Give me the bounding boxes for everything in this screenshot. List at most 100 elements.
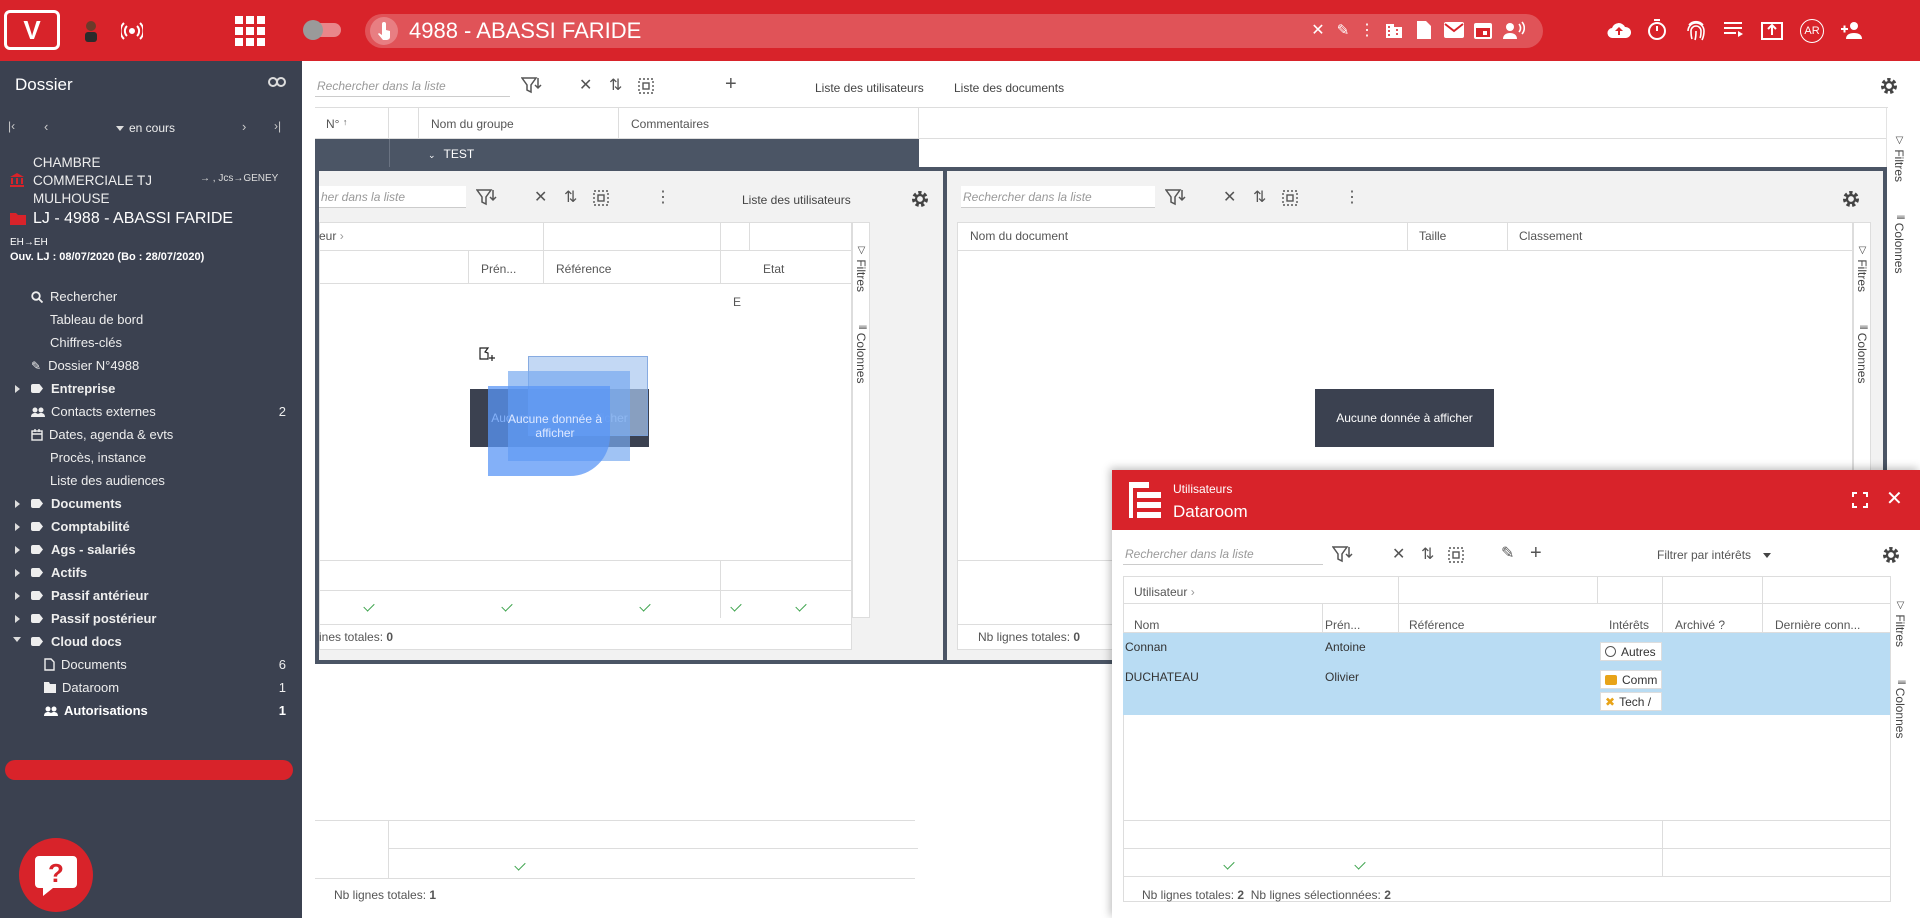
first-page-icon[interactable]: |‹ [8, 119, 15, 133]
nav-comptabilite[interactable]: Comptabilité [31, 519, 130, 534]
settings-icon[interactable] [1880, 77, 1898, 95]
table-row[interactable] [1123, 661, 1900, 715]
cloud-upload-icon[interactable] [1606, 19, 1632, 41]
user-badge[interactable]: AR [1800, 19, 1824, 43]
users-list-link[interactable]: Liste des utilisateurs [742, 193, 851, 207]
document-icon[interactable] [1414, 20, 1434, 40]
status-select[interactable]: en cours [116, 121, 175, 135]
columns-tab[interactable]: ⦀ Colonnes [1893, 680, 1907, 738]
column-header-nom[interactable]: Nom [1134, 618, 1159, 632]
add-user-icon[interactable] [1838, 19, 1866, 41]
group-header-user[interactable]: Utilisateur › [1134, 585, 1195, 599]
expand-icon[interactable] [15, 523, 20, 531]
column-header-document-name[interactable]: Nom du document [970, 229, 1068, 243]
more-vert-icon[interactable]: ⋮ [655, 190, 671, 206]
interest-chip[interactable]: Comm [1600, 670, 1662, 689]
filter-interests-select[interactable]: Filtrer par intérêts [1657, 548, 1772, 562]
column-header-reference[interactable]: Référence [556, 262, 611, 276]
nav-contacts-externes[interactable]: Contacts externes [31, 404, 156, 419]
mail-icon[interactable] [1443, 20, 1465, 40]
group-row[interactable] [315, 139, 919, 167]
nav-entreprise[interactable]: Entreprise [31, 381, 115, 396]
add-icon[interactable]: + [725, 74, 737, 94]
sort-icon[interactable]: ⇅ [609, 78, 622, 94]
nav-dossier[interactable]: ✎ Dossier N°4988 [31, 358, 139, 373]
filter-icon[interactable] [521, 77, 543, 95]
nav-dataroom[interactable]: Dataroom [44, 680, 119, 695]
filters-tab[interactable]: ▽ Filtres [1855, 245, 1869, 292]
fullscreen-icon[interactable] [1852, 492, 1868, 508]
timer-icon[interactable] [1645, 18, 1669, 42]
nav-ags-salaries[interactable]: Ags - salariés [31, 542, 136, 557]
expand-icon[interactable] [15, 500, 20, 508]
column-header-number[interactable]: N° ↑ [326, 117, 347, 131]
last-page-icon[interactable]: ›| [274, 119, 281, 133]
column-header-classement[interactable]: Classement [1519, 229, 1582, 243]
column-header-interets[interactable]: Intérêts [1609, 618, 1649, 632]
sort-icon[interactable]: ⇅ [564, 190, 577, 206]
filter-icon[interactable] [1165, 189, 1187, 207]
clear-icon[interactable]: ✕ [1223, 190, 1236, 206]
nav-rechercher[interactable]: Rechercher [31, 289, 117, 304]
users-search-input[interactable]: her dans la liste [319, 186, 466, 208]
column-header-archive[interactable]: Archivé ? [1675, 618, 1725, 632]
clear-icon[interactable]: ✕ [1310, 22, 1326, 39]
close-icon[interactable]: ✕ [1886, 489, 1903, 509]
search-input[interactable]: Rechercher dans la liste [315, 75, 510, 97]
users-list-link[interactable]: Liste des utilisateurs [815, 81, 924, 95]
help-button[interactable]: ? [19, 838, 93, 912]
column-header-firstname[interactable]: Prén... [481, 262, 516, 276]
dialog-search-input[interactable]: Rechercher dans la liste [1123, 543, 1323, 565]
expand-icon[interactable] [15, 546, 20, 554]
expand-icon[interactable] [15, 569, 20, 577]
touch-icon[interactable] [370, 17, 398, 45]
columns-tab[interactable]: ⦀ Colonnes [1855, 325, 1869, 383]
edit-icon[interactable]: ✎ [1501, 546, 1514, 562]
fingerprint-icon[interactable] [1684, 18, 1708, 42]
documents-list-link[interactable]: Liste des documents [954, 81, 1064, 95]
nav-dates[interactable]: Dates, agenda & evts [31, 427, 173, 442]
columns-tab[interactable]: ⦀ Colonnes [1892, 215, 1906, 273]
interest-chip[interactable]: Autres [1600, 642, 1662, 661]
column-header-group-name[interactable]: Nom du groupe [431, 117, 514, 131]
list-icon[interactable] [1722, 20, 1746, 40]
sort-icon[interactable]: ⇅ [1253, 190, 1266, 206]
apps-grid-icon[interactable] [233, 14, 267, 48]
column-header-comments[interactable]: Commentaires [631, 117, 709, 131]
nav-passif-posterieur[interactable]: Passif postérieur [31, 611, 157, 626]
nav-cloud-documents[interactable]: Documents [44, 657, 127, 672]
collapse-icon[interactable] [13, 637, 21, 642]
avatar-icon[interactable] [80, 18, 102, 44]
nav-audiences[interactable]: Liste des audiences [50, 473, 165, 488]
more-vert-icon[interactable]: ⋮ [1344, 190, 1360, 206]
select-all-icon[interactable] [638, 78, 654, 94]
prev-page-icon[interactable]: ‹ [44, 119, 48, 134]
nav-passif-anterieur[interactable]: Passif antérieur [31, 588, 149, 603]
clear-icon[interactable]: ✕ [534, 190, 547, 206]
calendar-icon[interactable] [1472, 20, 1494, 40]
nav-chiffres-cles[interactable]: Chiffres-clés [50, 335, 122, 350]
nav-actifs[interactable]: Actifs [31, 565, 87, 580]
expand-icon[interactable] [15, 592, 20, 600]
settings-icon[interactable] [911, 190, 929, 208]
export-icon[interactable] [1760, 19, 1784, 41]
clear-icon[interactable]: ✕ [579, 78, 592, 94]
wifi-icon[interactable] [120, 19, 144, 43]
expand-icon[interactable] [15, 615, 20, 623]
group-header-user[interactable]: eur › [319, 229, 344, 243]
filters-tab[interactable]: ▽ Filtres [1892, 135, 1906, 182]
column-header-prenom[interactable]: Prén... [1325, 618, 1360, 632]
nav-proces[interactable]: Procès, instance [50, 450, 146, 465]
select-all-icon[interactable] [1282, 190, 1298, 206]
columns-tab[interactable]: ⦀ Colonnes [854, 325, 868, 383]
select-all-icon[interactable] [593, 190, 609, 206]
documents-search-input[interactable]: Rechercher dans la liste [961, 186, 1155, 208]
building-icon[interactable] [1384, 20, 1404, 40]
edit-icon[interactable]: ✎ [1333, 20, 1353, 40]
column-header-state[interactable]: Etat [763, 262, 784, 276]
nav-autorisations[interactable]: Autorisations [44, 703, 148, 718]
filters-tab[interactable]: ▽ Filtres [854, 245, 868, 292]
sort-icon[interactable]: ⇅ [1421, 547, 1434, 563]
clear-icon[interactable]: ✕ [1392, 547, 1405, 563]
next-page-icon[interactable]: › [242, 119, 246, 134]
